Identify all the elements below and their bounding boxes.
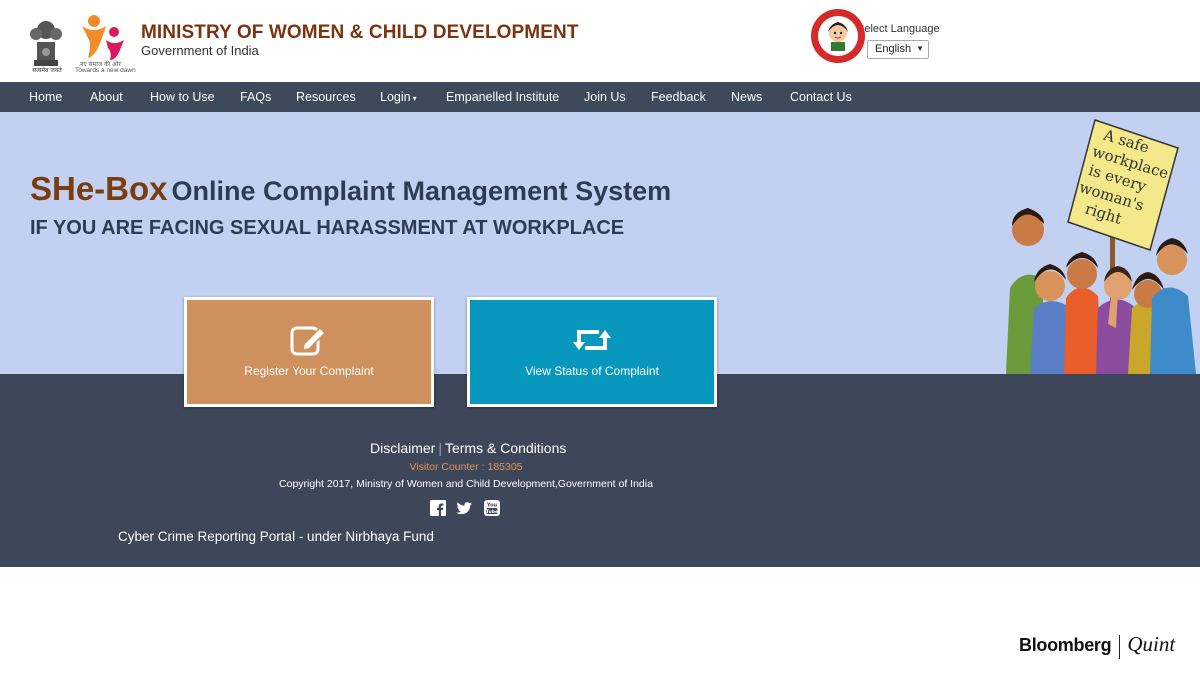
hero-title: SHe-Box Online Complaint Management Syste… xyxy=(30,170,671,208)
facebook-icon[interactable] xyxy=(430,500,446,516)
caret-down-icon: ▾ xyxy=(412,94,417,103)
edit-icon xyxy=(290,326,327,356)
retweet-icon xyxy=(573,330,611,350)
bloomberg-quint-watermark: Bloomberg Quint xyxy=(1019,632,1175,659)
women-protest-illustration: A safe workplace is every woman's right xyxy=(1006,119,1196,374)
watermark-divider xyxy=(1119,634,1121,659)
nav-about[interactable]: About xyxy=(90,90,123,104)
nav-contact-us[interactable]: Contact Us xyxy=(790,90,852,104)
wcd-tagline-english: Towards a new dawn xyxy=(75,67,136,74)
ministry-wcd-logo-icon[interactable] xyxy=(78,12,132,64)
watermark-bloomberg: Bloomberg xyxy=(1019,635,1112,655)
language-select-value: English xyxy=(875,43,912,55)
view-status-button[interactable]: View Status of Complaint xyxy=(467,297,717,407)
hero-title-text: Online Complaint Management System xyxy=(171,176,672,206)
disclaimer-link[interactable]: Disclaimer xyxy=(370,440,435,456)
hero-subtitle: IF YOU ARE FACING SEXUAL HARASSMENT AT W… xyxy=(30,217,625,239)
visitor-counter: Visitor Counter : 185305 xyxy=(409,461,523,473)
svg-text:Tube: Tube xyxy=(486,509,498,515)
register-complaint-label: Register Your Complaint xyxy=(244,364,374,378)
twitter-icon[interactable] xyxy=(456,500,472,516)
copyright-text: Copyright 2017, Ministry of Women and Ch… xyxy=(279,478,653,490)
ministry-subtitle: Government of India xyxy=(141,43,259,58)
site-header: सत्यमेव जयते नए समाज की ओर Towards a new… xyxy=(0,0,1200,82)
footer-links: Disclaimer | Terms & Conditions xyxy=(370,440,566,456)
chevron-down-icon: ▼ xyxy=(916,44,924,53)
terms-link[interactable]: Terms & Conditions xyxy=(445,440,566,456)
language-select[interactable]: English ▼ xyxy=(867,40,929,59)
beti-bachao-logo-icon xyxy=(811,9,865,63)
cyber-crime-portal-link[interactable]: Cyber Crime Reporting Portal - under Nir… xyxy=(118,529,434,544)
youtube-icon[interactable]: You Tube xyxy=(484,500,500,516)
nav-faqs[interactable]: FAQs xyxy=(240,90,271,104)
nav-empanelled-institute[interactable]: Empanelled Institute xyxy=(446,90,559,104)
nav-login-label: Login xyxy=(380,90,411,104)
view-status-label: View Status of Complaint xyxy=(525,364,659,378)
nav-feedback[interactable]: Feedback xyxy=(651,90,706,104)
nav-news[interactable]: News xyxy=(731,90,762,104)
language-label: Select Language xyxy=(857,23,940,35)
national-emblem-icon xyxy=(30,21,62,66)
watermark-quint: Quint xyxy=(1127,632,1176,656)
main-navigation: Home About How to Use FAQs Resources Log… xyxy=(0,82,1200,112)
nav-home[interactable]: Home xyxy=(29,90,62,104)
she-box-page: सत्यमेव जयते नए समाज की ओर Towards a new… xyxy=(0,0,1200,675)
register-complaint-button[interactable]: Register Your Complaint xyxy=(184,297,434,407)
svg-text:You: You xyxy=(486,503,498,509)
emblem-motto: सत्यमेव जयते xyxy=(32,67,62,74)
nav-login[interactable]: Login ▾ xyxy=(380,90,417,104)
link-separator: | xyxy=(438,440,442,456)
nav-resources[interactable]: Resources xyxy=(296,90,356,104)
brand-name: SHe-Box xyxy=(30,170,168,207)
ministry-title: MINISTRY OF WOMEN & CHILD DEVELOPMENT xyxy=(141,22,579,43)
nav-join-us[interactable]: Join Us xyxy=(584,90,626,104)
nav-how-to-use[interactable]: How to Use xyxy=(150,90,215,104)
